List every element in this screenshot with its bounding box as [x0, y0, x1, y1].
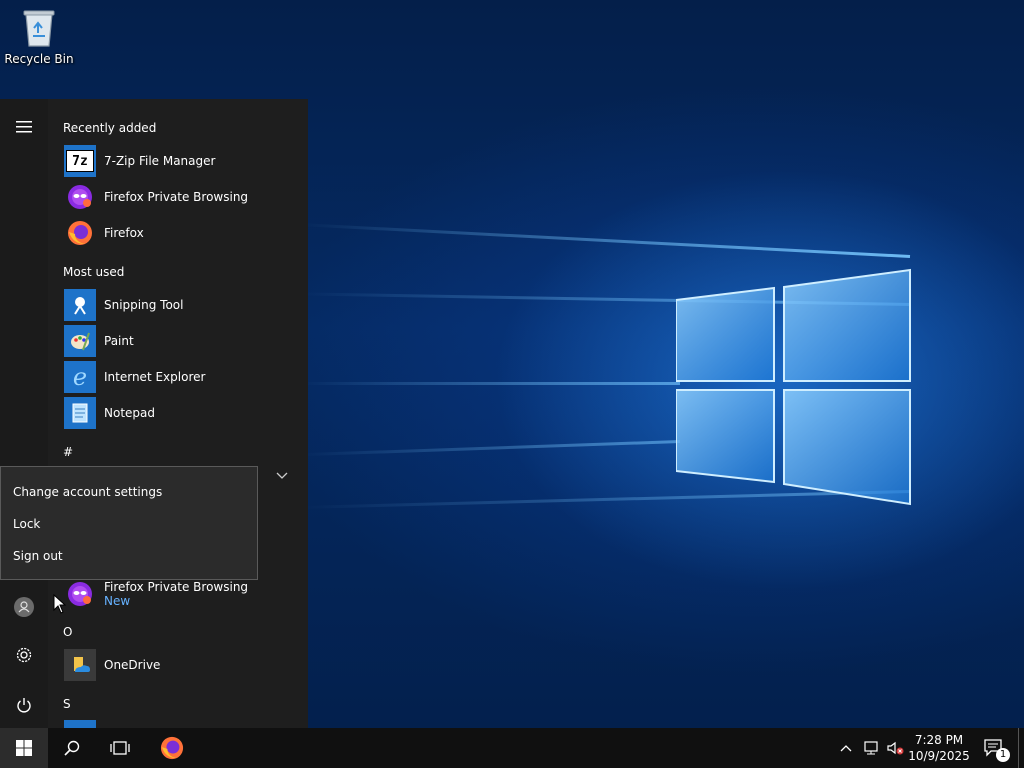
- firefox-icon: [160, 736, 184, 760]
- snipping-tool-icon: [64, 289, 96, 321]
- search-button[interactable]: [48, 728, 96, 768]
- firefox-private-icon: [64, 578, 96, 610]
- network-icon: [864, 741, 878, 755]
- light-beam: [300, 382, 680, 385]
- lock-item[interactable]: Lock: [13, 517, 40, 531]
- app-item-notepad[interactable]: Notepad: [64, 396, 304, 430]
- start-menu: Recently added 7z 7-Zip File Manager Fir…: [0, 99, 308, 728]
- action-center-button[interactable]: 1: [978, 728, 1010, 768]
- internet-explorer-icon: e: [64, 361, 96, 393]
- app-tile-partial[interactable]: [64, 720, 96, 728]
- mouse-cursor-icon: [53, 594, 67, 614]
- start-button[interactable]: [0, 728, 48, 768]
- app-item-snipping-tool[interactable]: Snipping Tool: [64, 288, 304, 322]
- firefox-icon: [64, 217, 96, 249]
- taskbar-clock[interactable]: 7:28 PM 10/9/2025: [906, 732, 972, 764]
- windows-logo-wallpaper: [676, 268, 911, 506]
- chevron-up-icon: [840, 745, 852, 752]
- app-list: Recently added 7z 7-Zip File Manager Fir…: [48, 99, 308, 728]
- notification-count-badge: 1: [996, 748, 1010, 762]
- expand-menu-button[interactable]: [0, 107, 48, 147]
- task-view-button[interactable]: [96, 728, 144, 768]
- taskbar-app-firefox[interactable]: [148, 728, 196, 768]
- onedrive-icon: [64, 649, 96, 681]
- power-button[interactable]: [0, 685, 48, 725]
- light-beam: [300, 223, 911, 258]
- paint-icon: [64, 325, 96, 357]
- task-view-icon: [110, 741, 130, 755]
- new-badge: New: [104, 594, 131, 608]
- power-icon: [17, 698, 31, 713]
- app-item-internet-explorer[interactable]: e Internet Explorer: [64, 360, 304, 394]
- search-icon: [64, 740, 80, 756]
- firefox-private-icon: [64, 181, 96, 213]
- clock-date: 10/9/2025: [908, 749, 970, 763]
- app-label: Paint: [104, 334, 134, 348]
- sign-out-item[interactable]: Sign out: [13, 549, 63, 563]
- app-item-firefox[interactable]: Firefox: [64, 216, 304, 250]
- section-most-used: Most used: [63, 265, 125, 279]
- notepad-icon: [64, 397, 96, 429]
- change-account-settings-item[interactable]: Change account settings: [13, 485, 162, 499]
- app-label: Firefox Private Browsing: [104, 190, 249, 204]
- app-item-paint[interactable]: Paint: [64, 324, 304, 358]
- app-item-7zip[interactable]: 7z 7-Zip File Manager: [64, 144, 304, 178]
- clock-time: 7:28 PM: [914, 733, 964, 747]
- desktop-icon-recycle-bin[interactable]: Recycle Bin: [4, 8, 74, 66]
- app-label: Notepad: [104, 406, 155, 420]
- start-menu-rail: [0, 99, 48, 728]
- recycle-bin-label: Recycle Bin: [4, 52, 74, 66]
- section-o[interactable]: O: [63, 625, 72, 639]
- user-account-button[interactable]: [0, 587, 48, 627]
- app-item-firefox-private-f[interactable]: Firefox Private Browsing New: [64, 576, 304, 612]
- volume-button[interactable]: [884, 728, 906, 768]
- recycle-bin-icon: [22, 8, 56, 48]
- show-hidden-icons-button[interactable]: [836, 728, 856, 768]
- 7zip-icon: 7z: [64, 145, 96, 177]
- app-label: Firefox: [104, 226, 144, 240]
- light-beam: [300, 440, 681, 457]
- app-label: 7-Zip File Manager: [104, 154, 216, 168]
- volume-muted-icon: [887, 741, 904, 755]
- section-s[interactable]: S: [63, 697, 71, 711]
- taskbar: 7:28 PM 10/9/2025 1: [0, 728, 1024, 768]
- show-desktop-button[interactable]: [1018, 728, 1024, 768]
- app-label: Internet Explorer: [104, 370, 206, 384]
- windows-start-icon: [16, 740, 32, 756]
- network-status-button[interactable]: [860, 728, 882, 768]
- section-hash[interactable]: #: [63, 445, 73, 459]
- app-item-onedrive[interactable]: OneDrive: [64, 648, 304, 682]
- hamburger-icon: [16, 121, 32, 133]
- app-label: Snipping Tool: [104, 298, 184, 312]
- user-avatar-icon: [14, 597, 34, 617]
- gear-icon: [16, 647, 32, 663]
- chevron-down-icon[interactable]: [276, 469, 288, 483]
- account-menu-popup: Change account settings Lock Sign out: [0, 466, 258, 580]
- section-recently-added: Recently added: [63, 121, 157, 135]
- settings-button[interactable]: [0, 635, 48, 675]
- app-label: Firefox Private Browsing: [104, 580, 249, 594]
- app-item-firefox-private[interactable]: Firefox Private Browsing: [64, 180, 304, 214]
- app-label: OneDrive: [104, 658, 161, 672]
